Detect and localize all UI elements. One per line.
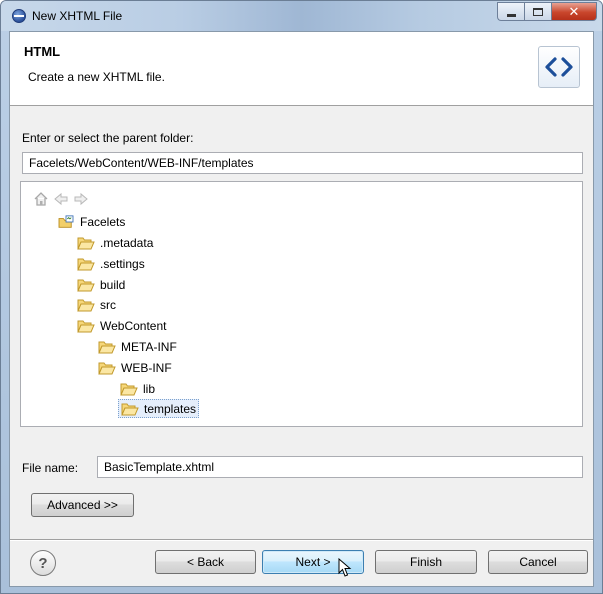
home-icon[interactable] — [33, 191, 49, 207]
forward-arrow-icon[interactable] — [73, 191, 89, 207]
parent-folder-input[interactable]: Facelets/WebContent/WEB-INF/templates — [22, 152, 583, 174]
folder-icon — [77, 258, 95, 270]
dialog-window: New XHTML File ✕ HTML Create a new XHTML… — [0, 0, 603, 594]
tree-node-label: WebContent — [100, 318, 167, 333]
button-bar-separator — [10, 539, 593, 541]
tree-node-facelets[interactable]: Facelets — [55, 212, 127, 231]
next-button-label: Next > — [295, 555, 331, 569]
maximize-icon — [533, 7, 543, 16]
minimize-button[interactable] — [497, 2, 524, 21]
tree-node-templates[interactable]: templates — [118, 399, 200, 418]
tree-node-web-inf[interactable]: WEB-INF — [96, 358, 174, 377]
tree-node-settings[interactable]: .settings — [75, 254, 147, 273]
finish-button[interactable]: Finish — [375, 550, 477, 574]
tree-node-src[interactable]: src — [75, 295, 118, 314]
banner-title: HTML — [24, 44, 61, 59]
back-arrow-icon[interactable] — [53, 191, 69, 207]
file-name-input[interactable]: BasicTemplate.xhtml — [97, 456, 583, 478]
eclipse-app-icon — [12, 9, 26, 23]
mouse-pointer-icon — [338, 558, 352, 577]
tree-node-label: templates — [144, 401, 197, 416]
banner-description: Create a new XHTML file. — [28, 70, 165, 84]
tree-node-lib[interactable]: lib — [118, 379, 157, 398]
maximize-button[interactable] — [524, 2, 551, 21]
folder-icon — [77, 237, 95, 249]
tree-node-webcontent[interactable]: WebContent — [75, 316, 169, 335]
folder-icon — [121, 403, 139, 415]
back-button[interactable]: < Back — [155, 550, 256, 574]
tree-node-label: Facelets — [80, 214, 126, 229]
tree-node-label: META-INF — [121, 339, 177, 354]
folder-icon — [98, 362, 116, 374]
tree-node-meta-inf[interactable]: META-INF — [96, 337, 179, 356]
project-icon — [58, 214, 74, 228]
wizard-banner: HTML Create a new XHTML file. — [10, 32, 593, 106]
folder-tree[interactable]: Facelets .metadata .settings build src W… — [20, 181, 583, 427]
folder-icon — [77, 299, 95, 311]
folder-icon — [77, 279, 95, 291]
tree-node-label: src — [100, 297, 116, 312]
tree-node-label: WEB-INF — [121, 360, 172, 375]
caption-buttons: ✕ — [497, 2, 597, 22]
tree-node-metadata[interactable]: .metadata — [75, 233, 155, 252]
help-icon: ? — [38, 554, 48, 572]
file-name-label: File name: — [22, 461, 79, 475]
xhtml-code-icon — [538, 46, 580, 88]
folder-icon — [98, 341, 116, 353]
advanced-button[interactable]: Advanced >> — [31, 493, 134, 517]
title-bar[interactable]: New XHTML File ✕ — [1, 1, 602, 31]
close-button[interactable]: ✕ — [551, 2, 597, 21]
folder-icon — [77, 320, 95, 332]
window-title: New XHTML File — [32, 9, 123, 23]
minimize-icon — [506, 13, 516, 17]
tree-node-build[interactable]: build — [75, 275, 127, 294]
dialog-client-area: HTML Create a new XHTML file. Enter or s… — [9, 31, 594, 587]
help-button[interactable]: ? — [30, 550, 56, 576]
tree-node-label: .settings — [100, 256, 145, 271]
tree-navigation — [33, 191, 89, 207]
folder-icon — [120, 383, 138, 395]
close-icon: ✕ — [568, 3, 580, 19]
tree-node-label: lib — [143, 381, 156, 396]
tree-node-label: .metadata — [100, 235, 154, 250]
tree-node-label: build — [100, 277, 126, 292]
cancel-button[interactable]: Cancel — [488, 550, 588, 574]
parent-folder-label: Enter or select the parent folder: — [22, 131, 194, 145]
